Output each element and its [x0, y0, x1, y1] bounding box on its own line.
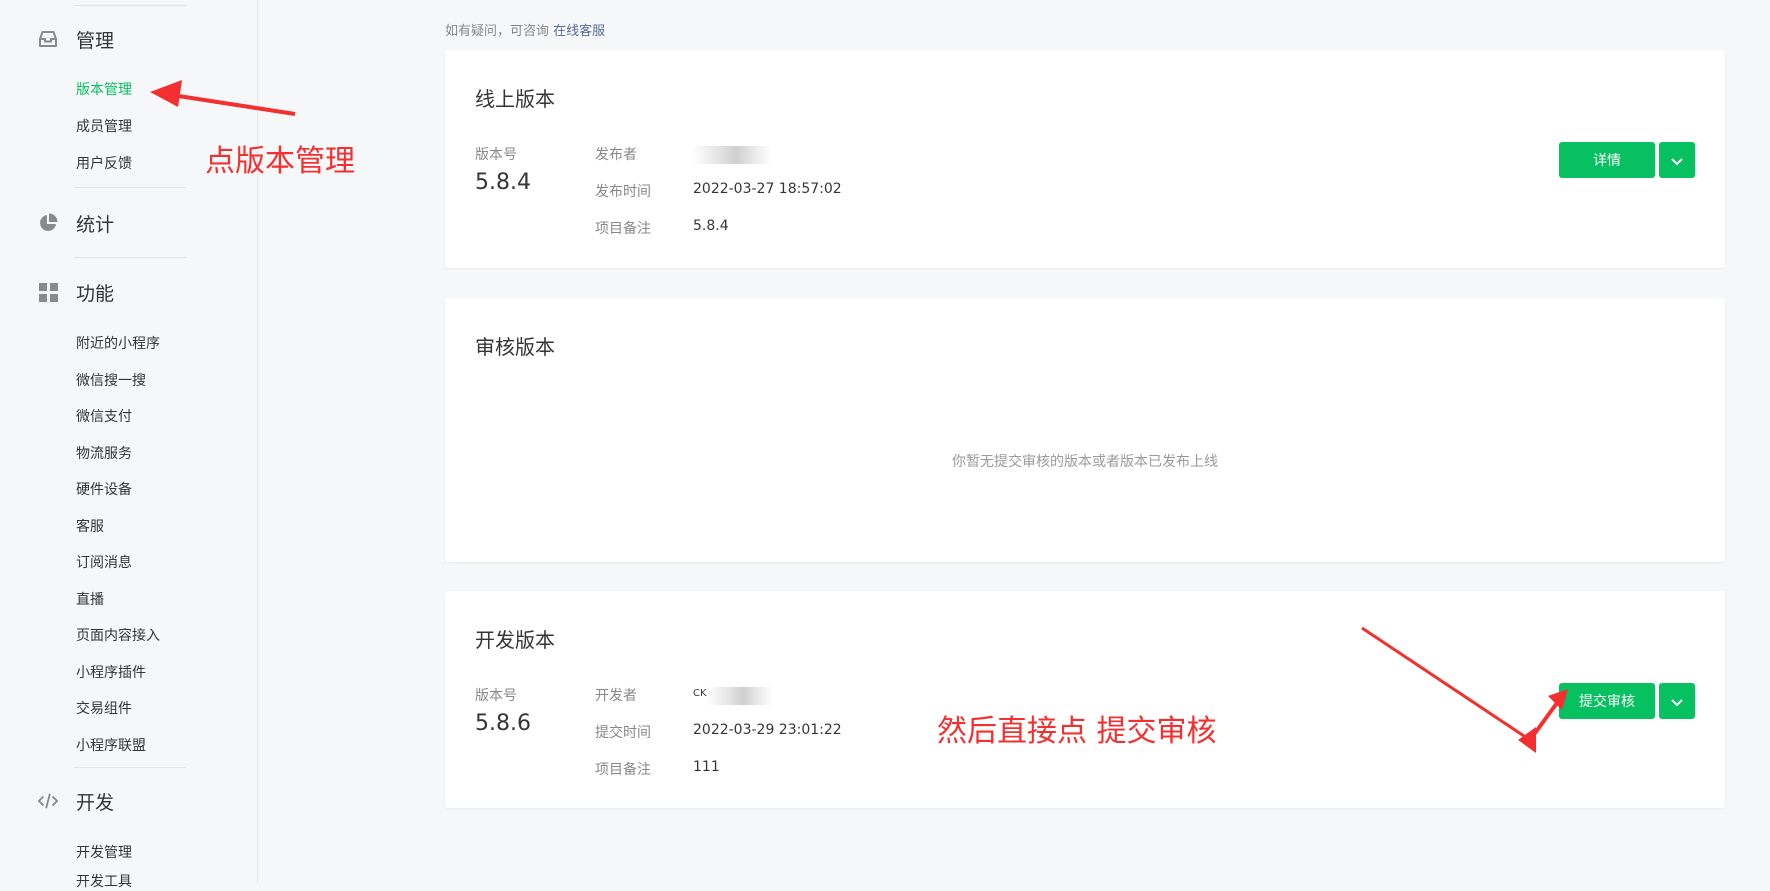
sidebar-item-plugins[interactable]: 小程序插件: [76, 662, 146, 682]
sidebar-section-stats[interactable]: 统计: [38, 208, 114, 238]
sidebar-item-version-manage[interactable]: 版本管理: [76, 79, 132, 99]
online-version-card: 线上版本 版本号 5.8.4 发布者 发布时间 2022-03-27 18:57…: [445, 50, 1725, 268]
divider: [74, 767, 186, 768]
sidebar-section-title: 开发: [76, 791, 115, 814]
sidebar-item-dev-tools[interactable]: 开发工具: [76, 871, 132, 891]
remark-value: 5.8.4: [693, 218, 729, 234]
sidebar-item-logistics[interactable]: 物流服务: [76, 443, 132, 463]
developer-label: 开发者: [595, 688, 637, 704]
code-icon: [38, 791, 58, 811]
publisher-redacted: [692, 146, 772, 164]
sidebar-item-user-feedback[interactable]: 用户反馈: [76, 153, 132, 173]
card-title: 审核版本: [475, 335, 555, 359]
sidebar-section-features[interactable]: 功能: [38, 277, 114, 307]
online-more-dropdown[interactable]: [1659, 142, 1695, 178]
dev-version-card: 开发版本 版本号 5.8.6 开发者 CK 提交时间 2022-03-29 23…: [445, 591, 1725, 808]
remark-label: 项目备注: [595, 221, 651, 237]
developer-partial: CK: [693, 688, 707, 699]
submit-review-button[interactable]: 提交审核: [1559, 683, 1655, 719]
sidebar-section-title: 管理: [76, 29, 115, 52]
submit-time: 2022-03-29 23:01:22: [693, 722, 842, 738]
sidebar-section-title: 功能: [76, 282, 115, 305]
details-button[interactable]: 详情: [1559, 142, 1655, 178]
sidebar-item-nearby[interactable]: 附近的小程序: [76, 333, 160, 353]
sidebar-item-trade-component[interactable]: 交易组件: [76, 698, 132, 718]
inbox-icon: [38, 29, 58, 49]
review-version-card: 审核版本 你暂无提交审核的版本或者版本已发布上线: [445, 298, 1725, 562]
remark-value: 111: [693, 759, 720, 775]
card-title: 开发版本: [475, 628, 555, 652]
submit-time-label: 提交时间: [595, 725, 651, 741]
empty-message: 你暂无提交审核的版本或者版本已发布上线: [952, 454, 1218, 470]
sidebar-section-manage[interactable]: 管理: [38, 24, 114, 54]
sidebar-section-dev[interactable]: 开发: [38, 786, 114, 816]
remark-label: 项目备注: [595, 762, 651, 778]
divider: [74, 187, 186, 188]
divider: [74, 257, 186, 258]
sidebar-item-wechat-search[interactable]: 微信搜一搜: [76, 370, 146, 390]
chevron-down-icon: [1671, 692, 1683, 711]
sidebar-item-wechat-pay[interactable]: 微信支付: [76, 406, 132, 426]
sidebar-item-dev-manage[interactable]: 开发管理: [76, 842, 132, 862]
online-service-link[interactable]: 在线客服: [553, 24, 605, 39]
sidebar-item-page-content[interactable]: 页面内容接入: [76, 625, 160, 645]
version-number: 5.8.6: [475, 711, 531, 736]
sidebar-item-alliance[interactable]: 小程序联盟: [76, 735, 146, 755]
publisher-label: 发布者: [595, 147, 637, 163]
version-label: 版本号: [475, 147, 517, 163]
version-label: 版本号: [475, 688, 517, 704]
grid-icon: [38, 282, 58, 302]
sidebar-item-live[interactable]: 直播: [76, 589, 104, 609]
annotation-submit-review: 然后直接点 提交审核: [937, 714, 1217, 749]
help-note-text: 如有疑问，可咨询: [445, 24, 550, 39]
dev-more-dropdown[interactable]: [1659, 683, 1695, 719]
help-note: 如有疑问，可咨询 在线客服: [445, 20, 605, 39]
card-title: 线上版本: [475, 87, 555, 111]
developer-redacted: [707, 687, 773, 705]
annotation-click-version-manage: 点版本管理: [205, 144, 355, 179]
pie-chart-icon: [38, 213, 58, 233]
sidebar-item-customer-service[interactable]: 客服: [76, 516, 104, 536]
sidebar-item-subscribe-message[interactable]: 订阅消息: [76, 552, 132, 572]
sidebar: 管理 版本管理 成员管理 用户反馈 统计 功能 附近的小程序 微信搜一搜 微信支…: [0, 0, 258, 890]
divider: [74, 5, 186, 6]
sidebar-item-hardware[interactable]: 硬件设备: [76, 479, 132, 499]
sidebar-item-member-manage[interactable]: 成员管理: [76, 116, 132, 136]
sidebar-section-title: 统计: [76, 213, 115, 236]
chevron-down-icon: [1671, 151, 1683, 170]
version-number: 5.8.4: [475, 170, 531, 195]
publish-time-label: 发布时间: [595, 184, 651, 200]
publish-time: 2022-03-27 18:57:02: [693, 181, 842, 197]
